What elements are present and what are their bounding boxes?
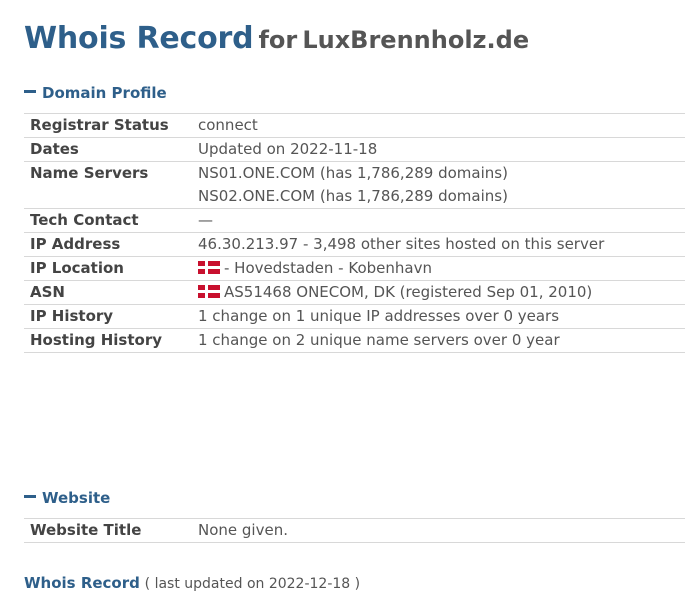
row-value: AS51468 ONECOM, DK (registered Sep 01, 2…	[198, 280, 685, 305]
ip-location-text: - Hovedstaden - Kobenhavn	[224, 259, 432, 277]
table-row-dates: Dates Updated on 2022-11-18	[24, 137, 685, 162]
collapse-dash-icon	[24, 495, 36, 498]
row-label: IP History	[24, 304, 198, 329]
row-label: Hosting History	[24, 328, 198, 353]
table-row-registrar-status: Registrar Status connect	[24, 113, 685, 138]
section-header-domain-profile[interactable]: Domain Profile	[24, 84, 167, 104]
row-label: Name Servers	[24, 161, 198, 209]
row-value: connect	[198, 113, 685, 138]
table-row-website-title: Website Title None given.	[24, 518, 685, 543]
section-header-website[interactable]: Website	[24, 489, 110, 509]
row-label: Website Title	[24, 518, 198, 543]
row-value: Updated on 2022-11-18	[198, 137, 685, 162]
row-value[interactable]: 46.30.213.97 - 3,498 other sites hosted …	[198, 232, 685, 257]
page-title-for: for	[258, 26, 298, 54]
row-value: —	[198, 208, 685, 233]
row-value[interactable]: 1 change on 2 unique name servers over 0…	[198, 328, 685, 353]
table-row-hosting-history: Hosting History 1 change on 2 unique nam…	[24, 328, 685, 353]
row-value: None given.	[198, 518, 685, 543]
row-value[interactable]: 1 change on 1 unique IP addresses over 0…	[198, 304, 685, 329]
name-server-link-1[interactable]: NS01.ONE.COM (has 1,786,289 domains)	[198, 162, 685, 185]
asn-text: AS51468 ONECOM, DK (registered Sep 01, 2…	[224, 283, 593, 301]
name-server-link-2[interactable]: NS02.ONE.COM (has 1,786,289 domains)	[198, 185, 685, 208]
row-label: Dates	[24, 137, 198, 162]
last-updated-text: ( last updated on 2022-12-18 )	[144, 576, 361, 592]
whois-record-link[interactable]: Whois Record	[24, 574, 140, 592]
footer: Whois Record ( last updated on 2022-12-1…	[24, 574, 360, 592]
row-value: NS01.ONE.COM (has 1,786,289 domains) NS0…	[198, 161, 685, 209]
page-title: Whois Record for LuxBrennholz.de	[24, 20, 529, 62]
table-row-ip-location: IP Location - Hovedstaden - Kobenhavn	[24, 256, 685, 281]
denmark-flag-icon	[198, 261, 220, 274]
collapse-dash-icon	[24, 90, 36, 93]
table-row-asn: ASN AS51468 ONECOM, DK (registered Sep 0…	[24, 280, 685, 305]
row-label: IP Location	[24, 256, 198, 281]
table-row-tech-contact: Tech Contact —	[24, 208, 685, 233]
section-label-domain-profile: Domain Profile	[42, 84, 167, 102]
domain-profile-table: Registrar Status connect Dates Updated o…	[24, 113, 685, 353]
denmark-flag-icon	[198, 285, 220, 298]
row-label: ASN	[24, 280, 198, 305]
website-table: Website Title None given.	[24, 518, 685, 543]
table-row-ip-address: IP Address 46.30.213.97 - 3,498 other si…	[24, 232, 685, 257]
table-row-name-servers: Name Servers NS01.ONE.COM (has 1,786,289…	[24, 161, 685, 209]
page-title-main: Whois Record	[24, 21, 254, 56]
row-label: Tech Contact	[24, 208, 198, 233]
row-value: - Hovedstaden - Kobenhavn	[198, 256, 685, 281]
row-label: IP Address	[24, 232, 198, 257]
page-title-domain: LuxBrennholz.de	[302, 26, 530, 54]
section-label-website: Website	[42, 489, 111, 507]
table-row-ip-history: IP History 1 change on 1 unique IP addre…	[24, 304, 685, 329]
row-label: Registrar Status	[24, 113, 198, 138]
